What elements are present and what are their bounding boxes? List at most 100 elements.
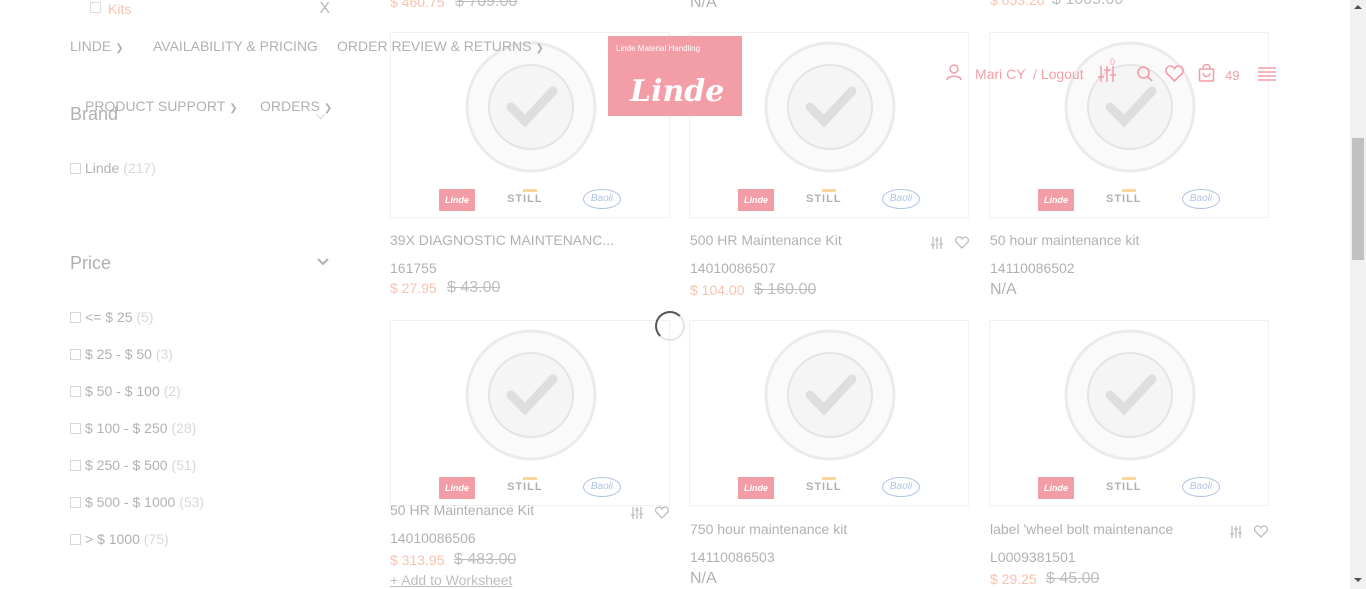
product-list-price: $ 1005.00 (1052, 0, 1123, 9)
baoli-logo: Baoli (583, 189, 621, 209)
nav-linde[interactable]: LINDE ❯ (70, 38, 124, 54)
product-image[interactable]: Linde STILL Baoli (989, 320, 1269, 506)
facet-label: $ 25 - $ 50 (85, 346, 152, 362)
still-logo: STILL (507, 477, 543, 493)
nav-product-support[interactable]: PRODUCT SUPPORT ❯ (85, 98, 238, 114)
facet-price-5[interactable]: $ 500 - $ 1000 (53) (70, 494, 204, 512)
facet-label: $ 100 - $ 250 (85, 420, 168, 436)
facet-brand-linde[interactable]: Linde (217) (70, 160, 156, 178)
product-price: $ 653.20 (990, 0, 1045, 8)
product-price: $ 27.95 (390, 280, 437, 296)
brand-logos: Linde STILL Baoli (1038, 477, 1224, 499)
wishlist-heart-icon[interactable] (955, 236, 969, 249)
facet-count: (51) (171, 457, 197, 473)
chevron-down-icon: ❯ (115, 43, 124, 54)
still-logo: STILL (806, 189, 842, 205)
product-name-link[interactable]: 50 HR Maintenance Kit (390, 502, 620, 518)
user-name-link[interactable]: Mari CY (975, 66, 1026, 82)
checkbox[interactable] (70, 423, 81, 434)
product-image[interactable]: Linde STILL Baoli (689, 320, 969, 506)
facet-price-6[interactable]: > $ 1000 (75) (70, 531, 169, 549)
facet-price-3[interactable]: $ 100 - $ 250 (28) (70, 420, 196, 438)
product-name-link[interactable]: 500 HR Maintenance Kit (690, 232, 920, 248)
heart-icon[interactable] (1165, 65, 1184, 82)
still-logo: STILL (1106, 477, 1142, 493)
wishlist-heart-icon[interactable] (1254, 525, 1268, 538)
genuine-parts-seal-icon (764, 41, 896, 173)
compare-count: 0 (1110, 57, 1116, 67)
scroll-down-arrow-icon[interactable] (1354, 578, 1362, 582)
product-name-link[interactable]: 750 hour maintenance kit (690, 521, 920, 537)
product-name-link[interactable]: 39X DIAGNOSTIC MAINTENANC... (390, 232, 620, 248)
facet-count: (5) (136, 309, 154, 325)
facet-price-1[interactable]: $ 25 - $ 50 (3) (70, 346, 173, 364)
genuine-parts-seal-icon (1064, 329, 1196, 461)
still-logo: STILL (806, 477, 842, 493)
checkbox[interactable] (70, 163, 81, 174)
logout-link[interactable]: / Logout (1033, 66, 1084, 82)
facet-price-4[interactable]: $ 250 - $ 500 (51) (70, 457, 196, 475)
linde-logo: Linde (439, 189, 475, 211)
product-name-link[interactable]: 50 hour maintenance kit (990, 232, 1220, 248)
logo-tagline: Linde Material Handling (616, 44, 701, 53)
menu-icon[interactable] (1257, 66, 1277, 82)
facet-count: (3) (155, 346, 173, 362)
product-list-price: $ 160.00 (754, 281, 817, 298)
vertical-scrollbar[interactable] (1350, 0, 1366, 589)
nav-availability-pricing[interactable]: AVAILABILITY & PRICING (153, 38, 318, 54)
chevron-down-icon[interactable] (316, 256, 330, 270)
brand-logos: Linde STILL Baoli (439, 477, 625, 499)
nav-orders[interactable]: ORDERS ❯ (260, 98, 332, 114)
compare-icon[interactable] (630, 506, 644, 520)
nav-label: ORDERS (260, 98, 320, 114)
user-icon[interactable] (946, 63, 964, 81)
nav-order-review-returns[interactable]: ORDER REVIEW & RETURNS ❯ (337, 38, 544, 54)
price-filter-title[interactable]: Price (70, 253, 111, 274)
compare-icon[interactable] (1229, 525, 1243, 539)
product-price: $ 313.95 (390, 552, 445, 568)
scrollbar-thumb[interactable] (1352, 138, 1364, 260)
linde-logo-home-link[interactable]: Linde Material Handling Linde (608, 36, 742, 116)
still-logo: STILL (507, 189, 543, 205)
nav-label: LINDE (70, 38, 112, 54)
product-image[interactable]: Linde STILL Baoli (989, 32, 1269, 218)
search-icon[interactable] (1136, 65, 1154, 83)
add-to-worksheet-link[interactable]: + Add to Worksheet (390, 572, 512, 588)
page-content-loading-faded: Kits X Brand ⌵ Linde (217) Price <= $ 25… (0, 0, 1350, 589)
genuine-parts-seal-icon (1064, 41, 1196, 173)
compare-icon[interactable] (1097, 64, 1117, 84)
active-filter-kits[interactable]: Kits X (90, 0, 330, 20)
product-sku: 14010086506 (390, 530, 476, 546)
checkbox[interactable] (70, 534, 81, 545)
facet-price-0[interactable]: <= $ 25 (5) (70, 309, 154, 327)
wishlist-heart-icon[interactable] (655, 506, 669, 519)
linde-logo: Linde (439, 477, 475, 499)
checkbox[interactable] (70, 312, 81, 323)
facet-label: $ 250 - $ 500 (85, 457, 168, 473)
facet-price-2[interactable]: $ 50 - $ 100 (2) (70, 383, 181, 401)
active-filter-label: Kits (108, 1, 132, 17)
brand-logos: Linde STILL Baoli (439, 189, 625, 211)
checkbox[interactable] (70, 386, 81, 397)
cart-icon[interactable] (1198, 64, 1215, 82)
still-logo: STILL (1106, 189, 1142, 205)
checkbox[interactable] (70, 497, 81, 508)
checkbox[interactable] (70, 460, 81, 471)
scroll-up-arrow-icon[interactable] (1354, 5, 1362, 9)
remove-filter-button[interactable]: X (319, 0, 330, 18)
facet-label: Linde (85, 160, 120, 176)
facet-count: (2) (163, 383, 181, 399)
baoli-logo: Baoli (1182, 189, 1220, 209)
card-actions (930, 235, 970, 251)
product-image[interactable]: Linde STILL Baoli (390, 320, 670, 506)
logo-wordmark: Linde (630, 74, 725, 109)
nav-label: ORDER REVIEW & RETURNS (337, 38, 532, 54)
product-sku: L0009381501 (990, 549, 1076, 565)
baoli-logo: Baoli (1182, 477, 1220, 497)
linde-logo: Linde (1038, 477, 1074, 499)
product-name-link[interactable]: label 'wheel bolt maintenance (990, 521, 1220, 537)
active-filter-checkbox[interactable] (90, 2, 101, 13)
checkbox[interactable] (70, 349, 81, 360)
facet-label: $ 50 - $ 100 (85, 383, 160, 399)
compare-icon[interactable] (930, 236, 944, 250)
